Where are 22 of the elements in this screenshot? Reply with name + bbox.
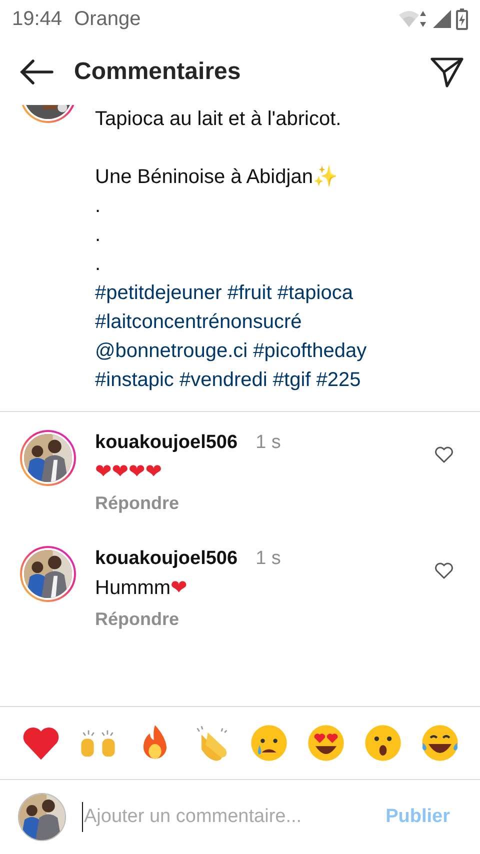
comment-time: 1 s bbox=[256, 431, 281, 455]
hashtag-line[interactable]: #instapic #vendredi #tgif #225 bbox=[95, 366, 367, 395]
comment-text: Hummm❤ bbox=[95, 576, 188, 601]
comment-text: ❤❤❤❤ bbox=[95, 460, 164, 485]
caption-line: Une Béninoise à Abidjan✨ bbox=[95, 164, 339, 190]
carrier-name: Orange bbox=[74, 8, 141, 30]
caption-line: . bbox=[95, 194, 102, 219]
caption-line: . bbox=[95, 252, 102, 277]
hashtag-line[interactable]: #petitdejeuner #fruit #tapioca bbox=[95, 279, 367, 308]
comment-time: 1 s bbox=[256, 547, 281, 571]
caption-line: . bbox=[95, 223, 102, 248]
signal-icon bbox=[432, 9, 452, 29]
text-cursor bbox=[82, 802, 83, 832]
battery-icon bbox=[456, 8, 468, 30]
wifi-icon bbox=[398, 9, 428, 29]
hashtag-line[interactable]: @bonnetrouge.ci #picoftheday bbox=[95, 337, 367, 366]
caption-line: Tapioca au lait et à l'abricot. bbox=[95, 107, 342, 132]
page-title: Commentaires bbox=[74, 58, 241, 86]
hashtag-line[interactable]: #laitconcentrénonsucré bbox=[95, 308, 367, 337]
status-time: 19:44 bbox=[12, 8, 62, 30]
username[interactable]: kouakoujoel506 bbox=[95, 430, 238, 456]
username[interactable]: kouakoujoel506 bbox=[95, 546, 238, 572]
